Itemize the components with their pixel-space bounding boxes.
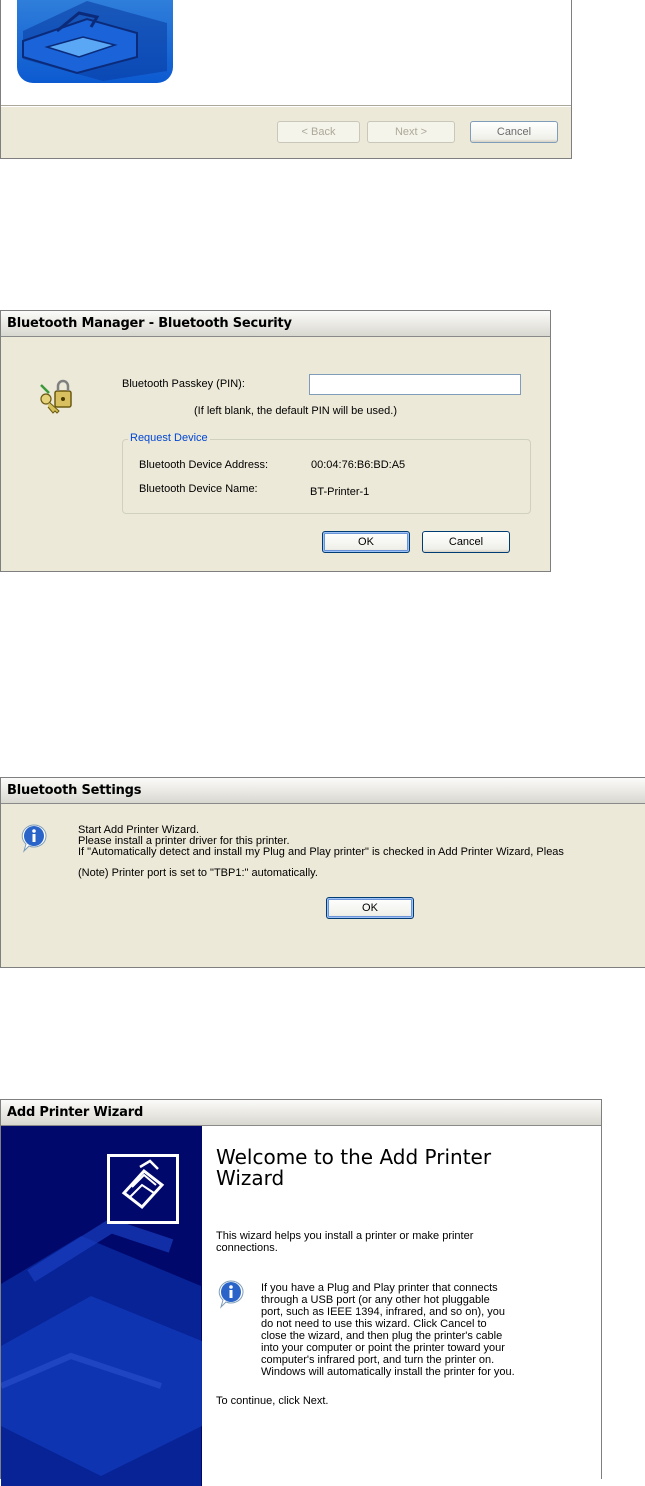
wizard-heading-line-2: Wizard xyxy=(216,1166,285,1190)
dialog-title: Bluetooth Settings xyxy=(1,778,645,804)
address-label: Bluetooth Device Address: xyxy=(139,459,269,471)
wizard-separator xyxy=(1,105,571,107)
back-button[interactable]: < Back xyxy=(277,121,360,143)
bluetooth-settings-dialog: Bluetooth Settings Start Add Printer Wiz… xyxy=(0,777,645,968)
keys-lock-icon xyxy=(37,377,77,415)
next-button[interactable]: Next > xyxy=(367,121,455,143)
ok-button[interactable]: OK xyxy=(322,531,410,553)
passkey-label: Bluetooth Passkey (PIN): xyxy=(122,378,245,390)
dialog-title: Bluetooth Manager - Bluetooth Security xyxy=(1,311,550,337)
printer-wizard-icon xyxy=(17,0,173,83)
device-name-label: Bluetooth Device Name: xyxy=(139,483,258,495)
add-printer-wizard-dialog: Add Printer Wizard Welcome to the Add Pr… xyxy=(0,1099,602,1486)
request-device-group xyxy=(122,439,531,514)
passkey-hint: (If left blank, the default PIN will be … xyxy=(194,405,397,417)
address-value: 00:04:76:B6:BD:A5 xyxy=(311,459,406,471)
ok-button[interactable]: OK xyxy=(326,897,414,919)
cancel-button[interactable]: Cancel xyxy=(470,121,558,143)
info-line-8: Windows will automatically install the p… xyxy=(261,1366,515,1378)
device-name-value: BT-Printer-1 xyxy=(310,486,370,498)
port-note: (Note) Printer port is set to "TBP1:" au… xyxy=(78,867,318,879)
info-icon xyxy=(216,1279,246,1309)
info-icon xyxy=(19,823,49,853)
dialog-title: Add Printer Wizard xyxy=(1,1100,601,1126)
passkey-input[interactable] xyxy=(309,374,521,395)
bluetooth-security-dialog: Bluetooth Manager - Bluetooth Security B… xyxy=(0,310,551,572)
printer-icon xyxy=(107,1154,179,1224)
cancel-button[interactable]: Cancel xyxy=(422,531,510,553)
wizard-heading-line-1: Welcome to the Add Printer xyxy=(216,1145,492,1169)
intro-line-2: connections. xyxy=(216,1242,278,1254)
wizard-dialog-partial: < Back Next > Cancel xyxy=(0,0,572,159)
group-title: Request Device xyxy=(128,432,210,444)
continue-instruction: To continue, click Next. xyxy=(216,1395,329,1407)
message-line-3: If "Automatically detect and install my … xyxy=(78,846,564,858)
